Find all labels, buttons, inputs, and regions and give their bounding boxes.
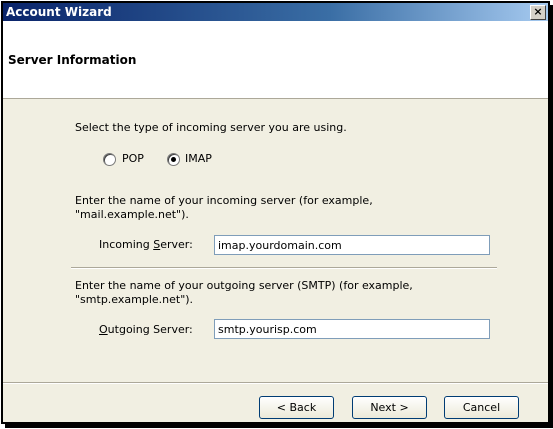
footer-separator [3,382,548,384]
imap-radio-selected-dot [171,157,176,162]
pop-radio-label[interactable]: POP [122,152,144,165]
outgoing-instruction-line1: Enter the name of your outgoing server (… [75,279,413,292]
next-button[interactable]: Next > [352,396,427,419]
incoming-server-label: Incoming Server: [99,238,193,251]
account-wizard-window: Account Wizard × Server Information Sele… [1,1,550,424]
window-title: Account Wizard [6,5,112,19]
title-bar[interactable]: Account Wizard × [3,3,548,21]
incoming-server-input[interactable] [214,235,490,255]
server-type-prompt: Select the type of incoming server you a… [75,121,347,134]
incoming-label-suffix: erver: [160,238,193,251]
outgoing-server-label: Outgoing Server: [99,323,193,336]
close-icon: × [533,5,543,18]
imap-radio[interactable] [167,153,180,166]
incoming-instruction-line1: Enter the name of your incoming server (… [75,194,373,207]
header-panel: Server Information [3,21,548,99]
section-separator [71,267,497,269]
imap-radio-label[interactable]: IMAP [185,152,212,165]
outgoing-label-mnemonic: O [99,323,108,336]
cancel-button[interactable]: Cancel [444,396,519,419]
outgoing-server-input[interactable] [214,319,490,339]
outgoing-label-suffix: utgoing Server: [107,323,193,336]
incoming-instruction-line2: "mail.example.net"). [75,208,189,221]
pop-radio[interactable] [103,153,116,166]
incoming-label-prefix: Incoming [99,238,154,251]
back-button[interactable]: < Back [259,396,334,419]
page-title: Server Information [8,53,137,67]
outgoing-instruction-line2: "smtp.example.net"). [75,293,194,306]
close-button[interactable]: × [530,5,546,20]
